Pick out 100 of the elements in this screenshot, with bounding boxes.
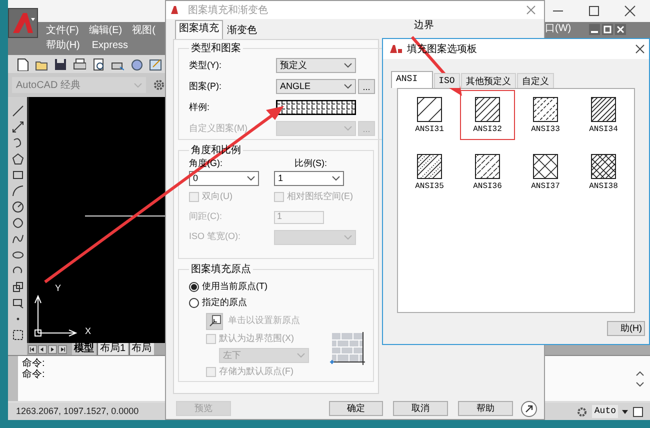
maximize-icon bbox=[588, 5, 600, 17]
type-dropdown[interactable]: 预定义 bbox=[276, 58, 356, 73]
chevron-icon bbox=[344, 84, 352, 89]
close-icon bbox=[615, 24, 626, 34]
field-label: 间距(C): bbox=[189, 210, 223, 224]
application-menu-button[interactable] bbox=[8, 8, 38, 38]
hatch-pattern-icon bbox=[591, 97, 616, 122]
layout-tab[interactable]: 布局 bbox=[128, 343, 154, 355]
checkbox-label: 双向(U) bbox=[202, 190, 232, 204]
tab[interactable]: ANSI bbox=[391, 71, 433, 88]
publish-icon bbox=[149, 58, 162, 70]
menu-item[interactable]: 视图( bbox=[132, 25, 156, 37]
pattern-item[interactable]: ANSI35 bbox=[402, 147, 457, 197]
close-icon bbox=[635, 44, 645, 54]
menu-item[interactable]: 编辑(E) bbox=[88, 25, 122, 37]
field-label: 样例: bbox=[189, 100, 211, 114]
polyline-icon bbox=[12, 137, 24, 149]
pattern-item[interactable]: ANSI38 bbox=[576, 147, 631, 197]
pattern-item[interactable]: ANSI33 bbox=[518, 90, 573, 140]
tab[interactable]: 其他预定义 bbox=[460, 73, 516, 88]
menu-item[interactable]: Express bbox=[92, 40, 128, 52]
caret-icon bbox=[622, 410, 628, 414]
browse-button[interactable]: ... bbox=[358, 79, 375, 94]
layout-tab[interactable]: 布局1 bbox=[97, 343, 128, 355]
rectangle-icon bbox=[12, 169, 24, 181]
pattern-item[interactable]: ANSI34 bbox=[576, 90, 631, 140]
pattern-label: ANSI33 bbox=[531, 125, 560, 134]
help-button[interactable]: 助(H) bbox=[607, 321, 645, 336]
arrow-icon bbox=[525, 404, 533, 412]
field-label: 自定义图案(M) bbox=[189, 122, 248, 135]
revision-cloud-icon bbox=[12, 217, 24, 229]
pattern-label: ANSI34 bbox=[589, 125, 618, 134]
spline-icon bbox=[12, 233, 24, 245]
group-heading: 图案填充原点 bbox=[190, 262, 252, 277]
section-heading: 边界 bbox=[414, 18, 434, 33]
pattern-swatch[interactable] bbox=[276, 100, 356, 115]
fullscreen-icon bbox=[632, 406, 644, 418]
pattern-item[interactable]: ANSI31 bbox=[402, 90, 457, 140]
hatch-pattern-icon bbox=[591, 154, 616, 179]
checkbox-label: 存储为默认原点(F) bbox=[219, 365, 294, 378]
insert-block-icon bbox=[12, 281, 24, 293]
radio-button[interactable] bbox=[189, 282, 199, 292]
radio-button[interactable] bbox=[189, 298, 199, 308]
pattern-label: ANSI36 bbox=[473, 182, 502, 191]
pattern-item[interactable]: ANSI36 bbox=[460, 147, 515, 197]
dialog-button[interactable]: 取消 bbox=[393, 401, 448, 416]
tab[interactable]: ISO bbox=[434, 73, 460, 88]
chevron-icon bbox=[344, 234, 352, 240]
new-file-icon bbox=[16, 58, 29, 70]
hatch-pattern-icon bbox=[533, 97, 558, 122]
logo-icon bbox=[11, 12, 35, 34]
line-icon bbox=[12, 105, 24, 117]
pattern-label: ANSI35 bbox=[415, 182, 444, 191]
restore-icon bbox=[602, 24, 614, 34]
globe-icon bbox=[130, 58, 143, 70]
axis-label: X bbox=[85, 326, 92, 336]
hatch-pattern-icon bbox=[475, 97, 500, 122]
pick-point-icon bbox=[208, 315, 220, 327]
axis-label: Y bbox=[54, 283, 61, 293]
collapse-button[interactable] bbox=[521, 400, 537, 416]
tab[interactable]: 自定义 bbox=[516, 73, 554, 88]
close-icon bbox=[526, 5, 536, 15]
polygon-icon bbox=[12, 153, 24, 165]
printer-icon bbox=[73, 58, 86, 70]
tab[interactable]: 图案填充 bbox=[175, 20, 223, 39]
field-label: 比例(S): bbox=[294, 157, 327, 170]
arc-icon bbox=[12, 185, 24, 197]
dialog-button[interactable]: 帮助 bbox=[458, 401, 513, 416]
pattern-dropdown[interactable]: ANGLE bbox=[276, 79, 356, 94]
menu-item[interactable]: 帮助(H) bbox=[46, 40, 80, 52]
menu-item[interactable]: 文件(F) bbox=[46, 25, 79, 37]
settings-icon bbox=[576, 406, 588, 418]
chevron-icon bbox=[134, 82, 142, 88]
dialog-button[interactable]: 确定 bbox=[329, 401, 383, 416]
layout-tab[interactable]: 模型 bbox=[72, 343, 96, 355]
command-line-text: 命令: bbox=[22, 369, 45, 380]
menu-item[interactable]: 口(W) bbox=[545, 23, 572, 35]
annotation-scale-dropdown[interactable]: Auto bbox=[592, 404, 618, 418]
scroll-up-icon bbox=[636, 370, 644, 376]
radio-label: 指定的原点 bbox=[202, 296, 247, 310]
pattern-item[interactable]: ANSI32 bbox=[460, 90, 515, 140]
dialog-title: 图案填充和渐变色 bbox=[188, 4, 268, 18]
circle-icon bbox=[12, 201, 24, 213]
settings-icon bbox=[152, 78, 166, 92]
make-block-icon bbox=[12, 297, 24, 309]
hatch-pattern-icon bbox=[533, 154, 558, 179]
chevron-icon bbox=[344, 63, 352, 68]
scale-dropdown[interactable]: 1 bbox=[274, 171, 344, 186]
save-icon bbox=[54, 58, 67, 70]
construction-line-icon bbox=[12, 121, 24, 133]
pattern-item[interactable]: ANSI37 bbox=[518, 147, 573, 197]
button-label: 单击以设置新原点 bbox=[228, 314, 300, 328]
hatch-pattern-icon bbox=[417, 154, 442, 179]
pattern-label: ANSI31 bbox=[415, 125, 444, 134]
preview-icon bbox=[92, 58, 105, 70]
rotation-dropdown[interactable]: 0 bbox=[189, 171, 259, 186]
field-label: ISO 笔宽(O): bbox=[189, 230, 242, 244]
group-heading: 类型和图案 bbox=[190, 42, 242, 56]
radio-label: 使用当前原点(T) bbox=[202, 280, 268, 294]
chevron-icon bbox=[297, 353, 305, 358]
